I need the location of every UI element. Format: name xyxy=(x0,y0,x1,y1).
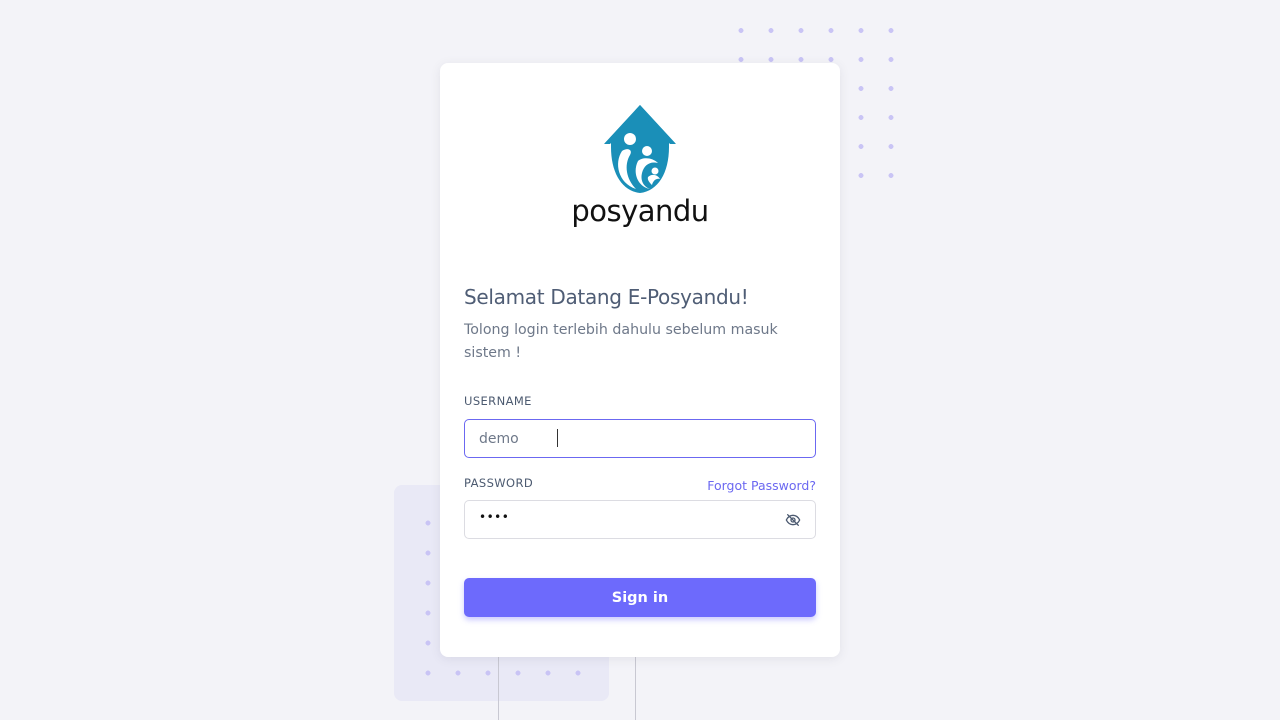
username-input[interactable] xyxy=(465,420,815,457)
username-field[interactable] xyxy=(464,419,816,458)
sign-in-button[interactable]: Sign in xyxy=(464,578,816,617)
username-label: USERNAME xyxy=(464,394,532,408)
posyandu-logo: posyandu xyxy=(440,103,840,233)
password-field[interactable]: •••• xyxy=(464,500,816,539)
login-page: posyandu Selamat Datang E-Posyandu! Tolo… xyxy=(0,0,1280,720)
page-subtitle: Tolong login terlebih dahulu sebelum mas… xyxy=(464,322,778,361)
logo-wordmark: posyandu xyxy=(571,194,709,228)
text-cursor xyxy=(557,429,558,447)
house-family-icon xyxy=(604,105,676,193)
eye-off-icon[interactable] xyxy=(785,512,801,528)
password-value: •••• xyxy=(479,510,510,524)
login-card: posyandu Selamat Datang E-Posyandu! Tolo… xyxy=(440,63,840,657)
password-label: PASSWORD xyxy=(464,476,534,490)
forgot-password-link[interactable]: Forgot Password? xyxy=(707,478,816,493)
page-title: Selamat Datang E-Posyandu! xyxy=(464,285,749,309)
